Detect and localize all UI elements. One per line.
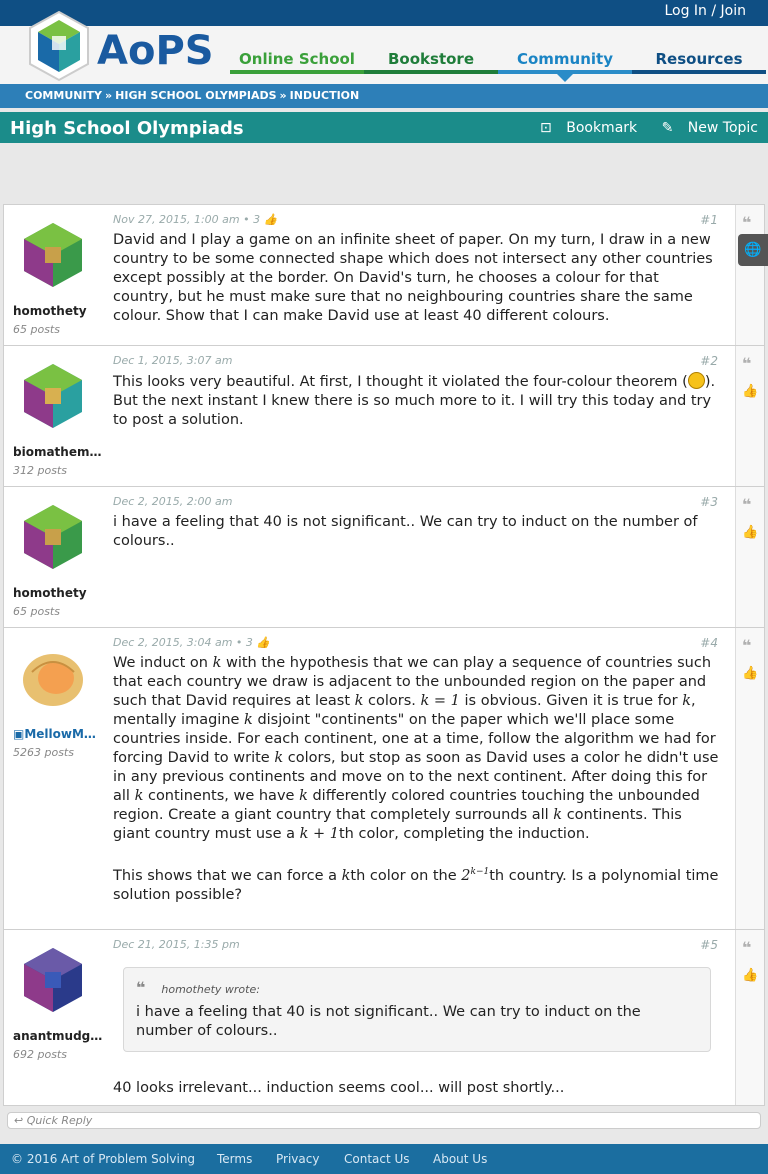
post-body: David and I play a game on an infinite s… (113, 232, 713, 324)
post-tools: ❝ 👍 (735, 930, 764, 1105)
moderator-icon: ▣ (13, 727, 25, 741)
avatar[interactable] (18, 642, 88, 712)
post-body: 40 looks irrelevant... induction seems c… (113, 1080, 565, 1096)
post-body: We induct on k with the hypothesis that … (113, 655, 719, 903)
quick-reply-bar[interactable]: ↩ Quick Reply (7, 1112, 761, 1129)
quote-icon[interactable]: ❝ (742, 354, 751, 373)
quote-block: ❝ homothety wrote: i have a feeling that … (123, 967, 711, 1052)
breadcrumb: COMMUNITY» HIGH SCHOOL OLYMPIADS» INDUCTIO… (0, 84, 768, 108)
post-date: Nov 27, 2015, 1:00 am • 3 👍 (113, 213, 277, 226)
bookmark-icon: ⊡ (540, 120, 552, 136)
username-text: MellowMelon (24, 727, 103, 741)
forum-header: High School Olympiads ⊡ Bookmark ✎ New T… (0, 112, 768, 143)
footer-terms-link[interactable]: Terms (217, 1152, 252, 1166)
footer-contact-link[interactable]: Contact Us (344, 1152, 410, 1166)
nav-online-school[interactable]: Online School (230, 50, 364, 74)
nav-label: Online School (239, 50, 355, 68)
avatar[interactable] (18, 944, 88, 1014)
copyright: © 2016 Art of Problem Solving (11, 1152, 196, 1166)
breadcrumb-topic[interactable]: INDUCTION (290, 89, 360, 102)
post-count: 312 posts (13, 464, 67, 477)
nav-label: Community (516, 50, 614, 68)
bookmark-button[interactable]: ⊡ Bookmark (530, 120, 637, 136)
post-count: 5263 posts (13, 746, 74, 759)
breadcrumb-forum[interactable]: HIGH SCHOOL OLYMPIADS (115, 89, 276, 102)
post-date: Dec 2, 2015, 3:04 am • 3 👍 (113, 636, 270, 649)
nav-bookstore[interactable]: Bookstore (364, 50, 498, 74)
post: homothety 65 posts Dec 2, 2015, 2:00 am … (3, 486, 765, 628)
username[interactable]: homothety (13, 304, 103, 318)
post-body: i have a feeling that 40 is not signific… (113, 514, 698, 549)
avatar[interactable] (18, 501, 88, 571)
aops-logo-icon[interactable] (24, 10, 94, 84)
username[interactable]: ▣MellowMelon (13, 727, 103, 741)
post-date: Dec 1, 2015, 3:07 am (113, 354, 233, 367)
post-text: This looks very beautiful. At first, I t… (113, 374, 688, 390)
quote-icon[interactable]: ❝ (742, 495, 751, 514)
tongue-smiley-icon (687, 372, 705, 389)
post-number[interactable]: #2 (700, 354, 718, 368)
like-icon[interactable]: 👍 (742, 384, 758, 399)
forum-title[interactable]: High School Olympiads (10, 118, 244, 139)
like-count: • 3 (243, 213, 261, 226)
new-topic-label: New Topic (687, 120, 758, 136)
post-tools: ❝ (735, 205, 764, 345)
username[interactable]: homothety (13, 586, 103, 600)
post-number[interactable]: #4 (700, 636, 718, 650)
nav-community[interactable]: Community (498, 50, 632, 82)
bookmark-label: Bookmark (566, 120, 638, 136)
nav-resources[interactable]: Resources (632, 50, 766, 74)
post: homothety 65 posts Nov 27, 2015, 1:00 am… (3, 204, 765, 346)
post-number[interactable]: #3 (700, 495, 718, 509)
like-count: • 3 (235, 636, 253, 649)
post-date-text: Dec 2, 2015, 3:04 am (113, 636, 233, 649)
post: biomathema... 312 posts Dec 1, 2015, 3:0… (3, 345, 765, 487)
top-bar: Log In / Join (0, 0, 768, 26)
post-tools: ❝ 👍 (735, 628, 764, 929)
post: anantmudga... 692 posts Dec 21, 2015, 1:… (3, 929, 765, 1106)
thumbs-up-icon: 👍 (263, 213, 278, 226)
quote-text: i have a feeling that 40 is not signific… (136, 1004, 641, 1039)
like-icon[interactable]: 👍 (742, 525, 758, 540)
username[interactable]: biomathema... (13, 445, 103, 459)
avatar[interactable] (18, 360, 88, 430)
avatar[interactable] (18, 219, 88, 289)
quote-icon[interactable]: ❝ (742, 938, 751, 957)
post-count: 65 posts (13, 605, 60, 618)
like-icon[interactable]: 👍 (742, 968, 758, 983)
ad-space (0, 143, 768, 203)
new-topic-button[interactable]: ✎ New Topic (652, 120, 758, 136)
post-body: This looks very beautiful. At first, I t… (113, 372, 721, 430)
quick-reply-label: Quick Reply (26, 1114, 93, 1127)
login-join-link[interactable]: Log In / Join (664, 3, 746, 19)
quote-icon[interactable]: ❝ (742, 213, 751, 232)
thumbs-up-icon: 👍 (256, 636, 271, 649)
nav-label: Bookstore (388, 50, 474, 68)
site-header: AoPS Online School Bookstore Community R… (0, 10, 768, 84)
quote-author: homothety wrote: (161, 983, 260, 996)
reply-icon: ↩ (14, 1114, 24, 1127)
post-count: 65 posts (13, 323, 60, 336)
post-count: 692 posts (13, 1048, 67, 1061)
like-icon[interactable]: 👍 (742, 666, 758, 681)
footer-about-link[interactable]: About Us (433, 1152, 487, 1166)
username[interactable]: anantmudga... (13, 1029, 103, 1043)
post-tools: ❝ 👍 (735, 346, 764, 486)
aops-logo-text[interactable]: AoPS (97, 28, 214, 74)
post: ▣MellowMelon 5263 posts Dec 2, 2015, 3:0… (3, 627, 765, 930)
quote-icon[interactable]: ❝ (742, 636, 751, 655)
site-footer: © 2016 Art of Problem Solving Terms Priv… (0, 1144, 768, 1174)
edit-icon: ✎ (661, 120, 674, 136)
footer-privacy-link[interactable]: Privacy (276, 1152, 319, 1166)
post-date: Dec 21, 2015, 1:35 pm (113, 938, 240, 951)
post-tools: ❝ 👍 (735, 487, 764, 627)
breadcrumb-community[interactable]: COMMUNITY (25, 89, 102, 102)
post-date: Dec 2, 2015, 2:00 am (113, 495, 233, 508)
post-date-text: Nov 27, 2015, 1:00 am (113, 213, 240, 226)
nav-label: Resources (655, 50, 743, 68)
post-number[interactable]: #1 (700, 213, 718, 227)
post-number[interactable]: #5 (700, 938, 718, 952)
quote-mark-icon: ❝ (136, 978, 146, 997)
globe-icon[interactable]: 🌐 (738, 234, 768, 266)
